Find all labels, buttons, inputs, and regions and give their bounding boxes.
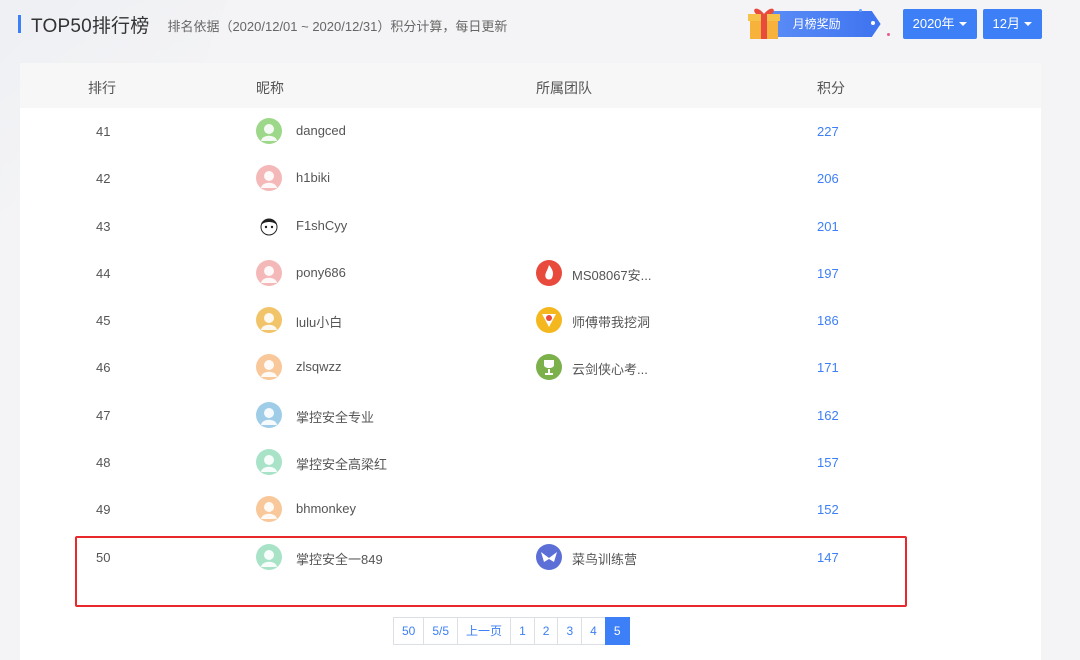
table-row: 43 F1shCyy 201 [20,203,1041,250]
page-title: TOP50排行榜 [31,15,150,37]
award-spark [886,33,890,36]
column-team: 所属团队 [536,80,592,96]
page-count-indicator: 5/5 [423,617,459,645]
rank-cell: 48 [96,455,111,471]
header-controls: 月榜奖励 2020年 12月 [741,8,1042,40]
award-spark [858,9,862,12]
table-body: 41 dangced 227 42 h1biki 206 43 F1shCyy 201 44 pon… [20,108,1041,581]
nickname-link[interactable]: pony686 [296,265,346,280]
rank-cell: 42 [96,171,111,187]
table-row: 47 掌控安全专业 162 [20,392,1041,439]
rank-cell: 47 [96,407,111,423]
score-cell: 186 [817,313,839,329]
year-select[interactable]: 2020年 [902,9,977,39]
avatar-icon[interactable] [256,496,282,523]
page-link-4[interactable]: 4 [581,617,606,645]
table-row: 45 lulu小白 师傅带我挖洞 186 [20,297,1041,344]
month-select[interactable]: 12月 [982,9,1042,39]
team-link[interactable]: 云剑侠心考... [572,359,648,378]
team-flame-icon[interactable] [536,259,562,286]
team-link[interactable]: 师傅带我挖洞 [572,312,650,331]
page-size-indicator[interactable]: 50 [393,617,425,645]
avatar-icon[interactable] [256,212,282,239]
avatar-icon[interactable] [256,118,282,144]
column-nickname: 昵称 [256,80,284,96]
score-cell: 157 [817,455,839,471]
caret-down-icon [1024,22,1032,26]
nickname-link[interactable]: dangced [296,123,346,138]
rank-cell: 41 [96,124,111,139]
rank-cell: 49 [96,502,111,518]
nickname-link[interactable]: lulu小白 [296,312,342,331]
page-subtitle: 排名依据（2020/12/01 ~ 2020/12/31）积分计算，每日更新 [167,18,508,34]
table-row: 44 pony686 MS08067安... 197 [20,250,1041,297]
page-links: 12345 [510,617,630,645]
nickname-link[interactable]: zlsqwzz [296,359,342,374]
nickname-link[interactable]: F1shCyy [296,218,347,233]
nickname-link[interactable]: 掌控安全专业 [296,407,374,426]
year-select-label: 2020年 [912,16,955,31]
rank-cell: 44 [96,265,111,281]
rank-cell: 43 [96,218,111,234]
page-header: TOP50排行榜 排名依据（2020/12/01 ~ 2020/12/31）积分… [18,8,1042,40]
score-cell: 197 [817,265,839,281]
avatar-icon[interactable] [256,401,282,428]
score-cell: 171 [817,360,839,376]
avatar-icon[interactable] [256,259,282,286]
avatar-icon[interactable] [256,449,282,476]
score-cell: 162 [817,407,839,423]
gift-icon [747,8,780,39]
nickname-link[interactable]: h1biki [296,170,330,185]
nickname-link[interactable]: 掌控安全高梁红 [296,454,387,473]
title-accent-bar [18,15,21,33]
rank-cell: 45 [96,313,111,329]
avatar-icon[interactable] [256,165,282,192]
page-link-2[interactable]: 2 [533,617,559,645]
month-select-label: 12月 [992,16,1020,31]
score-cell: 201 [817,218,839,234]
team-trophy-icon[interactable] [536,354,562,381]
team-link[interactable]: MS08067安... [572,265,652,284]
highlight-box [75,536,907,607]
avatar-icon[interactable] [256,307,282,334]
table-row: 41 dangced 227 [20,108,1041,155]
table-row: 46 zlsqwzz 云剑侠心考... 171 [20,344,1041,391]
column-score: 积分 [817,80,845,96]
score-cell: 152 [817,502,839,518]
rank-cell: 46 [96,360,111,376]
table-row: 48 掌控安全高梁红 157 [20,439,1041,486]
nickname-link[interactable]: bhmonkey [296,501,356,516]
column-rank: 排行 [88,80,116,96]
page-link-3[interactable]: 3 [557,617,583,645]
table-row: 42 h1biki 206 [20,155,1041,202]
pagination: 50 5/5 上一页 12345 [393,617,630,645]
page-link-1[interactable]: 1 [510,617,535,645]
table-row: 49 bhmonkey 152 [20,486,1041,533]
table-header: 排行 昵称 所属团队 积分 [20,63,1041,108]
caret-down-icon [958,22,967,26]
award-dot [870,21,875,25]
avatar-icon[interactable] [256,354,282,381]
page-link-5[interactable]: 5 [604,617,630,645]
team-badge-icon[interactable] [536,307,562,334]
score-cell: 206 [817,171,839,187]
prev-page-button[interactable]: 上一页 [457,617,512,645]
award-label: 月榜奖励 [770,11,881,37]
score-cell: 227 [817,124,839,139]
monthly-award-button[interactable]: 月榜奖励 [741,8,890,39]
